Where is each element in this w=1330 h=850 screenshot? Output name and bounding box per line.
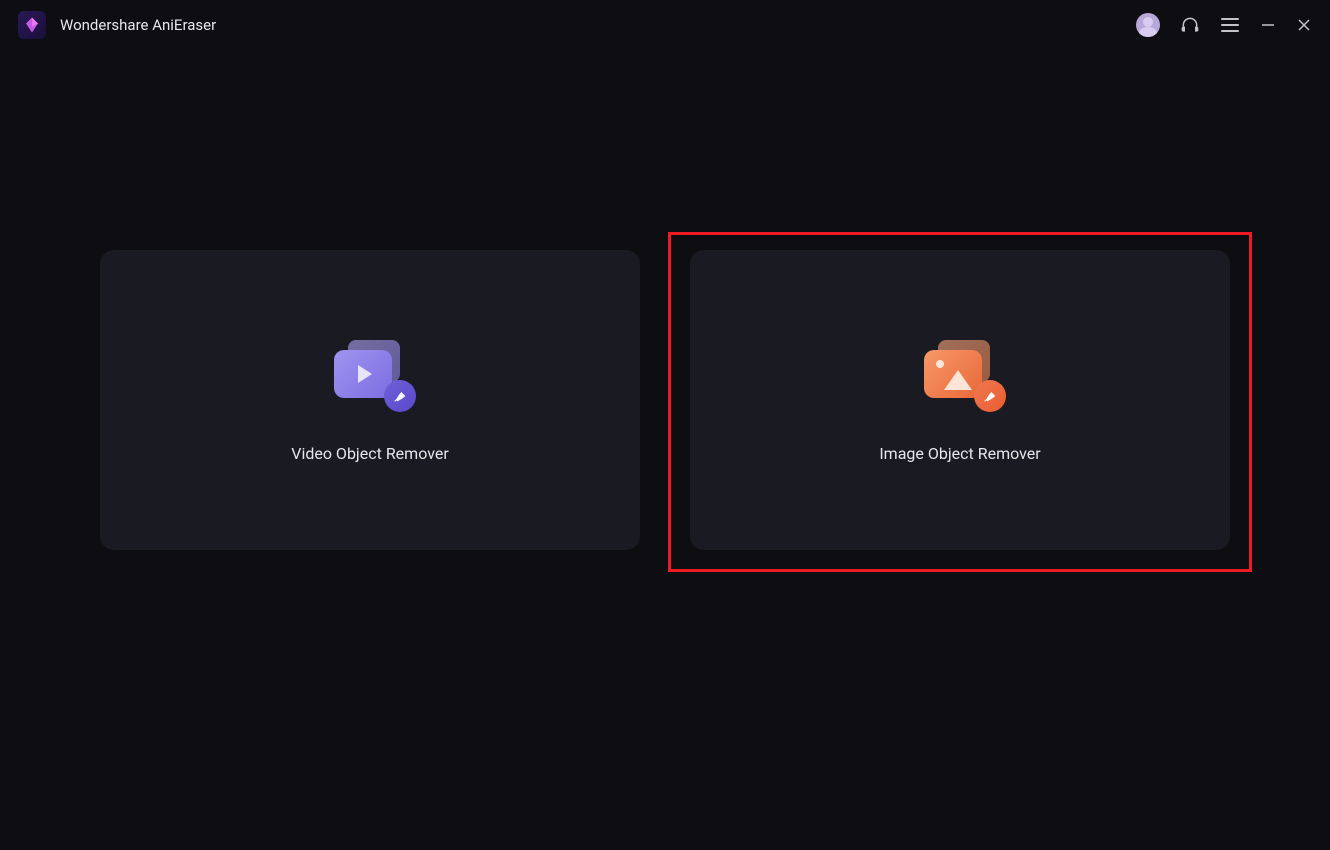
hamburger-icon xyxy=(1220,16,1240,34)
support-button[interactable] xyxy=(1180,15,1200,35)
image-object-remover-card[interactable]: Image Object Remover xyxy=(690,250,1230,550)
eraser-badge-icon xyxy=(384,380,416,412)
eraser-badge-icon xyxy=(974,380,1006,412)
image-remover-icon xyxy=(920,338,1000,408)
user-avatar-icon xyxy=(1136,13,1160,37)
headset-icon xyxy=(1180,15,1200,35)
main-content: Video Object Remover Image Object Remove… xyxy=(0,50,1330,850)
video-object-remover-card[interactable]: Video Object Remover xyxy=(100,250,640,550)
app-logo-icon xyxy=(18,11,46,39)
app-title: Wondershare AniEraser xyxy=(60,16,216,34)
close-icon xyxy=(1296,17,1312,33)
titlebar: Wondershare AniEraser xyxy=(0,0,1330,50)
image-card-label: Image Object Remover xyxy=(879,444,1040,463)
video-card-label: Video Object Remover xyxy=(291,444,449,463)
close-button[interactable] xyxy=(1296,17,1312,33)
minimize-icon xyxy=(1260,17,1276,33)
titlebar-left: Wondershare AniEraser xyxy=(18,11,216,39)
minimize-button[interactable] xyxy=(1260,17,1276,33)
titlebar-right xyxy=(1136,13,1312,37)
menu-button[interactable] xyxy=(1220,16,1240,34)
user-avatar-button[interactable] xyxy=(1136,13,1160,37)
video-remover-icon xyxy=(330,338,410,408)
